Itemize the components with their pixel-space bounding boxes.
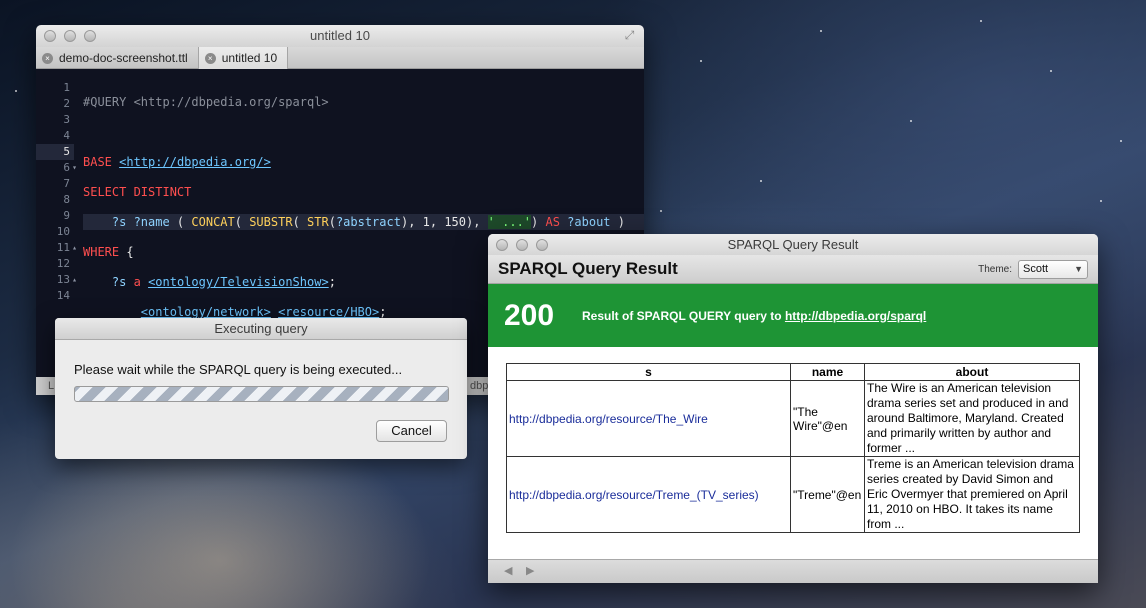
theme-value: Scott xyxy=(1023,262,1049,275)
line-number: 7 xyxy=(63,177,70,190)
line-number: 5 xyxy=(36,144,74,160)
endpoint-link[interactable]: http://dbpedia.org/sparql xyxy=(785,309,926,323)
line-number: 1 xyxy=(63,81,70,94)
about-cell: Treme is an American television drama se… xyxy=(864,456,1080,533)
column-header: name xyxy=(790,363,865,381)
star xyxy=(820,30,822,32)
status-code: 200 xyxy=(504,298,555,332)
result-window-title: SPARQL Query Result xyxy=(727,237,859,252)
result-header: SPARQL Query Result Theme: Scott ▼ xyxy=(488,255,1098,284)
tab-untitled-10[interactable]: × untitled 10 xyxy=(198,47,289,69)
fold-icon[interactable]: ▾ xyxy=(72,160,77,176)
minimize-window-button[interactable] xyxy=(516,239,528,251)
editor-titlebar[interactable]: untitled 10 ⤢ xyxy=(36,25,644,47)
table-header-row: s name about xyxy=(506,363,1080,381)
star xyxy=(910,120,912,122)
close-icon[interactable]: × xyxy=(42,52,53,64)
resource-link[interactable]: http://dbpedia.org/resource/Treme_(TV_se… xyxy=(506,456,791,533)
line-number: 9 xyxy=(63,209,70,222)
code-line: #QUERY <http://dbpedia.org/sparql> xyxy=(83,95,329,109)
result-titlebar[interactable]: SPARQL Query Result xyxy=(488,234,1098,255)
fold-icon[interactable]: ▴ xyxy=(72,272,77,288)
star xyxy=(1100,200,1102,202)
theme-select[interactable]: Scott ▼ xyxy=(1018,259,1088,279)
executing-query-dialog[interactable]: Executing query Please wait while the SP… xyxy=(55,318,467,459)
star xyxy=(1120,140,1122,142)
back-arrow-icon[interactable]: ◀ xyxy=(504,564,512,577)
close-window-button[interactable] xyxy=(496,239,508,251)
status-bar-left: L xyxy=(36,377,56,395)
resource-link[interactable]: http://dbpedia.org/resource/The_Wire xyxy=(506,380,791,457)
tab-label: demo-doc-screenshot.ttl xyxy=(59,51,188,65)
star xyxy=(980,20,982,22)
theme-label: Theme: xyxy=(978,263,1012,275)
column-header: s xyxy=(506,363,791,381)
window-controls xyxy=(44,30,96,42)
code-line: BASE <http://dbpedia.org/> xyxy=(83,155,271,169)
cancel-button[interactable]: Cancel xyxy=(376,420,447,442)
theme-control: Theme: Scott ▼ xyxy=(978,259,1088,279)
chevron-down-icon: ▼ xyxy=(1074,263,1083,274)
fullscreen-icon[interactable]: ⤢ xyxy=(623,29,636,42)
about-cell: The Wire is an American television drama… xyxy=(864,380,1080,457)
zoom-window-button[interactable] xyxy=(84,30,96,42)
line-number: 14 xyxy=(56,289,70,302)
line-number: 4 xyxy=(63,129,70,142)
editor-tab-bar: × demo-doc-screenshot.ttl × untitled 10 xyxy=(36,47,644,69)
star xyxy=(15,90,17,92)
tab-label: untitled 10 xyxy=(221,51,278,65)
window-controls xyxy=(496,239,548,251)
star xyxy=(760,180,762,182)
tab-demo-doc[interactable]: × demo-doc-screenshot.ttl xyxy=(36,47,199,69)
sparql-result-window[interactable]: SPARQL Query Result SPARQL Query Result … xyxy=(488,234,1098,583)
close-window-button[interactable] xyxy=(44,30,56,42)
table-row: http://dbpedia.org/resource/The_Wire "Th… xyxy=(506,380,1080,457)
zoom-window-button[interactable] xyxy=(536,239,548,251)
line-number: 6 ▾ xyxy=(63,160,77,176)
dialog-title: Executing query xyxy=(55,318,467,340)
code-line: SELECT DISTINCT xyxy=(83,185,192,199)
name-cell: "Treme"@en xyxy=(790,456,865,533)
name-cell: "The Wire"@en xyxy=(790,380,865,457)
star xyxy=(700,60,702,62)
minimize-window-button[interactable] xyxy=(64,30,76,42)
editor-title: untitled 10 xyxy=(310,28,370,43)
line-number: 3 xyxy=(63,113,70,126)
line-number: 8 xyxy=(63,193,70,206)
result-heading: SPARQL Query Result xyxy=(498,259,678,278)
result-footer: ◀ ▶ xyxy=(488,559,1098,583)
star xyxy=(1050,70,1052,72)
line-number: 10 xyxy=(56,225,70,238)
line-number: 13 ▴ xyxy=(56,272,77,288)
indeterminate-progress-bar xyxy=(74,386,449,402)
fold-icon[interactable]: ▴ xyxy=(72,240,77,256)
status-text: Result of SPARQL QUERY query to http://d… xyxy=(582,308,927,323)
results-table: s name about http://dbpedia.org/resource… xyxy=(506,363,1080,533)
code-line: ?s ?name ( CONCAT( SUBSTR( STR(?abstract… xyxy=(83,214,644,230)
close-icon[interactable]: × xyxy=(204,52,216,64)
status-banner: 200 Result of SPARQL QUERY query to http… xyxy=(488,284,1098,347)
table-row: http://dbpedia.org/resource/Treme_(TV_se… xyxy=(506,456,1080,533)
line-number: 12 xyxy=(56,257,70,270)
forward-arrow-icon[interactable]: ▶ xyxy=(526,564,534,577)
column-header: about xyxy=(864,363,1080,381)
star xyxy=(660,210,662,212)
line-number: 11 ▴ xyxy=(56,240,77,256)
line-number: 2 xyxy=(63,97,70,110)
dialog-message: Please wait while the SPARQL query is be… xyxy=(74,362,403,377)
